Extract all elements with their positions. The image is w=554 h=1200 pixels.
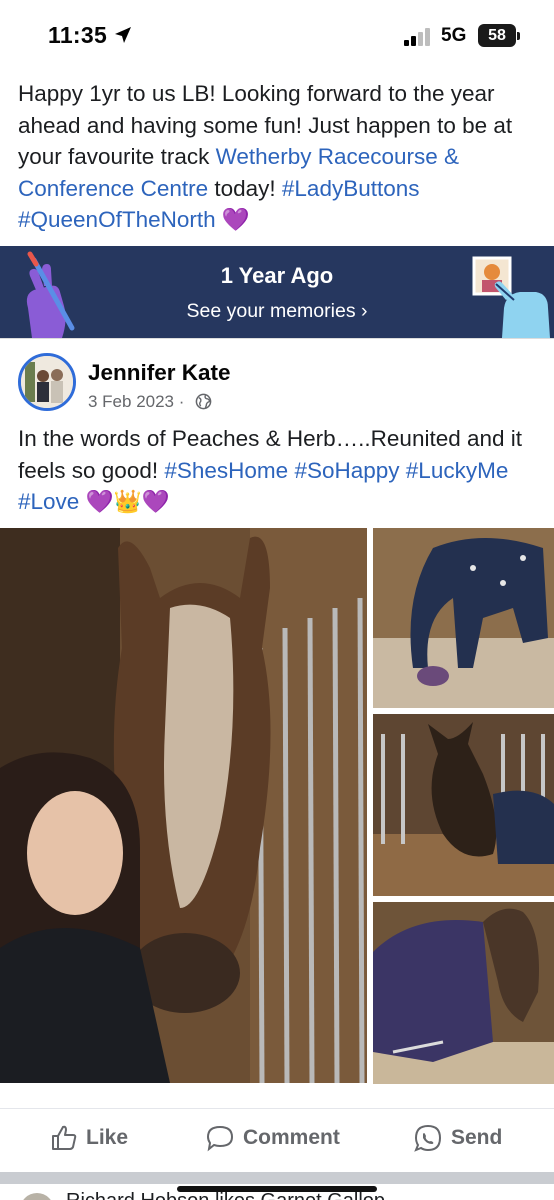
photo-horse-in-rug[interactable] xyxy=(373,902,554,1084)
signal-icon xyxy=(404,28,430,46)
send-button[interactable]: Send xyxy=(413,1116,502,1160)
chevron-right-icon: › xyxy=(361,300,368,322)
photo-hand-illustration xyxy=(472,256,550,338)
photo-horse-eating[interactable] xyxy=(373,528,554,708)
avatar[interactable] xyxy=(18,353,76,411)
memories-subtitle: See your memories xyxy=(186,300,356,322)
status-time: 11:35 xyxy=(48,22,108,48)
battery-icon: 58 xyxy=(478,24,516,47)
post-date: 3 Feb 2023 xyxy=(88,392,175,411)
meta-separator: · xyxy=(178,392,185,411)
like-label: Like xyxy=(86,1126,129,1149)
comment-button[interactable]: Comment xyxy=(205,1116,340,1160)
author-name[interactable]: Jennifer Kate xyxy=(88,360,231,386)
hashtag-link[interactable]: #SoHappy xyxy=(294,458,399,483)
network-type: 5G xyxy=(441,25,467,46)
home-indicator[interactable] xyxy=(177,1186,377,1192)
hashtag-link[interactable]: #QueenOfTheNorth xyxy=(18,207,216,232)
feed-divider xyxy=(0,1172,554,1184)
caption-text-2: today! xyxy=(208,175,282,201)
photo-horse-in-stall[interactable] xyxy=(373,714,554,896)
hashtag-link[interactable]: #ShesHome xyxy=(164,458,288,483)
send-label: Send xyxy=(451,1126,503,1149)
comment-icon xyxy=(206,1125,234,1152)
hashtag-link[interactable]: #LuckyMe xyxy=(406,458,509,483)
post-meta: 3 Feb 2023 · xyxy=(88,392,212,412)
emoji: 💜 xyxy=(221,207,250,232)
emoji-group: 💜👑💜 xyxy=(85,489,170,514)
shared-post-text: In the words of Peaches & Herb…..Reunite… xyxy=(18,423,538,518)
send-icon xyxy=(414,1124,442,1152)
location-arrow-icon xyxy=(115,27,131,43)
hashtag-link[interactable]: #Love xyxy=(18,489,79,514)
post-caption: Happy 1yr to us LB! Looking forward to t… xyxy=(18,78,543,236)
like-button[interactable]: Like xyxy=(50,1116,128,1160)
status-bar: 11:35 5G 58 xyxy=(0,0,554,70)
avatar xyxy=(20,1193,54,1200)
avatar-image xyxy=(21,356,73,408)
memories-banner[interactable]: 1 Year Ago See your memories › xyxy=(0,246,554,338)
photo-woman-with-horse[interactable] xyxy=(0,528,367,1083)
hashtag-link[interactable]: #LadyButtons xyxy=(282,176,420,201)
hand-pencil-illustration xyxy=(26,251,75,338)
like-icon xyxy=(52,1125,77,1150)
comment-label: Comment xyxy=(243,1126,340,1149)
globe-icon xyxy=(195,393,212,410)
battery-cap xyxy=(517,32,520,40)
